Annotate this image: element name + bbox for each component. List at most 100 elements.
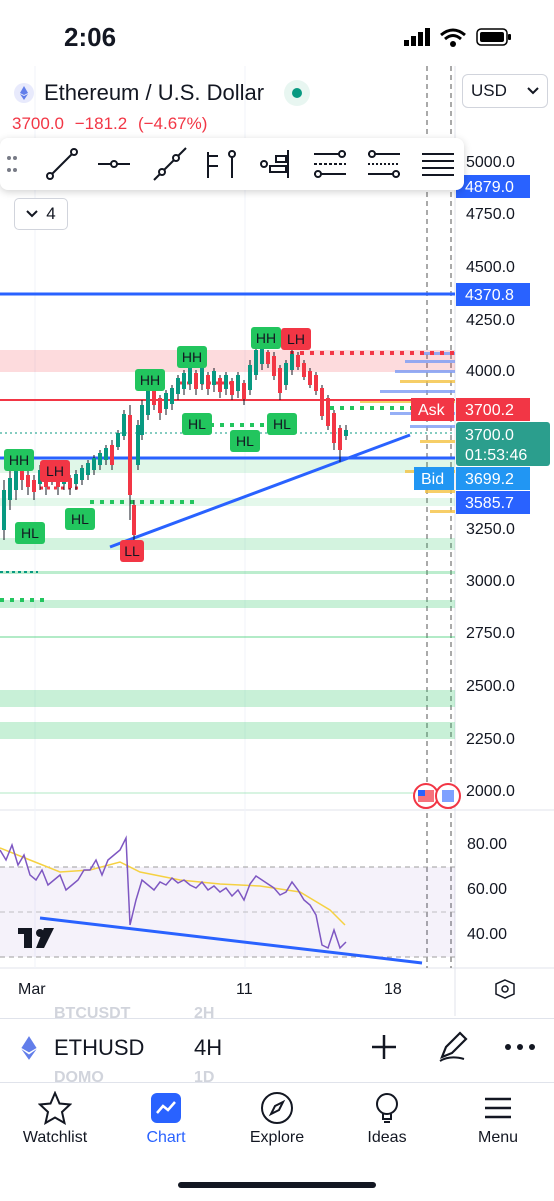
svg-text:Ask: Ask xyxy=(418,402,446,419)
fib-retracement-tool-icon[interactable] xyxy=(312,146,348,182)
gann-tool-icon[interactable] xyxy=(420,146,456,182)
nav-label-explore: Explore xyxy=(249,1129,305,1146)
svg-text:HH: HH xyxy=(256,330,276,346)
nav-chart[interactable]: Chart xyxy=(111,1091,221,1147)
ll-label: LL xyxy=(120,540,144,562)
lh-label-1: LH xyxy=(40,460,70,482)
tick-2750: 2750.0 xyxy=(466,625,515,642)
tick-4750: 4750.0 xyxy=(466,206,515,223)
nav-label-watchlist: Watchlist xyxy=(22,1129,88,1146)
nav-menu[interactable]: Menu xyxy=(443,1091,553,1147)
svg-text:11: 11 xyxy=(236,981,253,998)
last-price: 3700.0 xyxy=(12,114,64,133)
clock: 2:06 xyxy=(64,22,117,52)
svg-text:Mar: Mar xyxy=(18,981,46,998)
svg-text:Bid: Bid xyxy=(421,471,444,488)
ethereum-icon xyxy=(14,83,34,103)
interval-selector[interactable]: 4H xyxy=(194,1035,222,1061)
supply-zone xyxy=(0,350,455,372)
tick-2000: 2000.0 xyxy=(466,783,515,800)
hl-label-2: HL xyxy=(65,508,95,530)
svg-text:HL: HL xyxy=(273,416,291,432)
svg-text:HH: HH xyxy=(140,372,160,388)
svg-text:80.00: 80.00 xyxy=(467,836,507,853)
currency-label: USD xyxy=(471,81,507,100)
tick-2250: 2250.0 xyxy=(466,731,515,748)
nav-explore[interactable]: Explore xyxy=(222,1091,332,1147)
nav-label-menu: Menu xyxy=(477,1129,519,1146)
pitchfork-tool-icon[interactable] xyxy=(366,146,402,182)
price-tag-3585: 3585.7 xyxy=(456,491,530,514)
price-change: −181.2 xyxy=(74,114,128,133)
nav-label-chart: Chart xyxy=(146,1129,186,1146)
pen-draw-icon[interactable] xyxy=(436,1029,470,1063)
candles xyxy=(2,345,348,545)
ghost-symbol-top: BTCUSDT xyxy=(54,1005,131,1022)
svg-text:LL: LL xyxy=(124,543,140,559)
ray-tool-icon[interactable] xyxy=(152,146,188,182)
hl-label-4: HL xyxy=(230,430,260,452)
us-event-icon[interactable] xyxy=(413,783,461,809)
tick-3000: 3000.0 xyxy=(466,573,515,590)
price-change-row: 3700.0 −181.2 (−4.67%) xyxy=(12,114,213,134)
add-plus-icon[interactable] xyxy=(370,1033,398,1061)
ask-tag: Ask xyxy=(411,398,454,421)
demand-zone xyxy=(0,538,455,550)
svg-text:HH: HH xyxy=(182,349,202,365)
hl-label-1: HL xyxy=(15,522,45,544)
indicator-count: 4 xyxy=(46,204,56,223)
symbol-selector[interactable]: ETHUSD xyxy=(54,1035,144,1061)
rsi-axis: 80.00 60.00 40.00 xyxy=(467,836,507,943)
hh-label-4: HH xyxy=(251,327,281,349)
svg-text:60.00: 60.00 xyxy=(467,881,507,898)
price-chart[interactable]: HH LH HL HL LL HH HH HL HL HH LH HL 5000… xyxy=(0,66,554,1016)
lightbulb-icon xyxy=(376,1093,398,1123)
hh-label-2: HH xyxy=(135,369,165,391)
price-tag-4879: 4879.0 xyxy=(456,175,530,198)
horizontal-line-tool-icon[interactable] xyxy=(96,146,132,182)
time-axis[interactable]: Mar 11 18 xyxy=(18,981,402,998)
lh-label-2: LH xyxy=(281,328,311,350)
svg-text:LH: LH xyxy=(46,463,64,479)
svg-text:4879.0: 4879.0 xyxy=(465,179,514,196)
svg-text:40.00: 40.00 xyxy=(467,926,507,943)
chevron-down-icon xyxy=(26,210,38,218)
hl-label-3: HL xyxy=(182,413,212,435)
bid-price-tag: 3699.2 xyxy=(456,467,530,490)
trendline[interactable] xyxy=(109,433,411,549)
drag-handle-icon[interactable] xyxy=(4,146,20,182)
trend-line-tool-icon[interactable] xyxy=(44,146,80,182)
long-position-tool-icon[interactable] xyxy=(258,146,294,182)
collapse-indicators-button[interactable]: 4 xyxy=(14,198,68,230)
tick-5000: 5000.0 xyxy=(466,154,515,171)
symbol-bar[interactable]: BTCUSDT 2H ETHUSD 4H DOMO 1D xyxy=(0,1005,554,1086)
tick-4250: 4250.0 xyxy=(466,312,515,329)
hh-label-1: HH xyxy=(4,449,34,471)
more-options-icon[interactable] xyxy=(504,1043,536,1051)
bid-tag: Bid xyxy=(414,467,454,490)
hh-label-3: HH xyxy=(177,346,207,368)
svg-text:HL: HL xyxy=(188,416,206,432)
drawing-toolbar xyxy=(0,138,464,190)
tick-3250: 3250.0 xyxy=(466,521,515,538)
chart-icon xyxy=(151,1093,181,1123)
symbol-header[interactable]: Ethereum / U.S. Dollar xyxy=(14,80,311,106)
svg-text:HL: HL xyxy=(21,525,39,541)
ghost-interval-top: 2H xyxy=(194,1005,215,1022)
battery-icon xyxy=(476,28,511,46)
settings-hex-icon[interactable] xyxy=(495,979,515,999)
nav-ideas[interactable]: Ideas xyxy=(332,1091,442,1147)
svg-text:HL: HL xyxy=(71,511,89,527)
status-bar: 2:06 xyxy=(0,0,554,70)
svg-text:18: 18 xyxy=(384,981,402,998)
hamburger-menu-icon xyxy=(485,1097,511,1119)
signal-icon xyxy=(404,28,430,46)
currency-select[interactable]: USD xyxy=(462,74,548,108)
hl-label-5: HL xyxy=(267,413,297,435)
nav-watchlist[interactable]: Watchlist xyxy=(0,1091,110,1147)
chevron-down-icon xyxy=(527,87,539,95)
price-range-tool-icon[interactable] xyxy=(202,146,238,182)
svg-text:4370.8: 4370.8 xyxy=(465,287,514,304)
price-tag-4370: 4370.8 xyxy=(456,283,530,306)
tick-4000: 4000.0 xyxy=(466,363,515,380)
